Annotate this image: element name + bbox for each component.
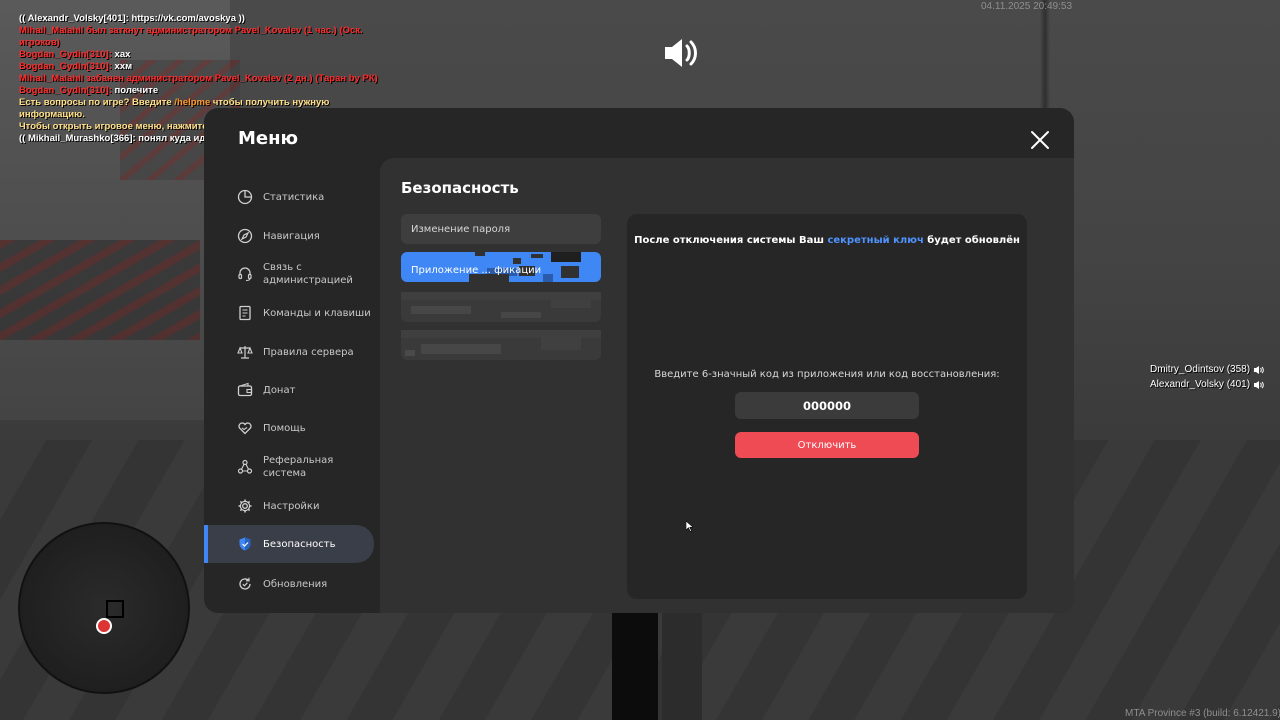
sidebar-item-label: Реферальная система bbox=[263, 455, 334, 479]
notice-text-start: После отключения системы Ваш bbox=[634, 235, 828, 246]
game-menu-window: Меню Статистика Навигация Связь с админист… bbox=[204, 108, 1074, 613]
sidebar-item-label: Безопасность bbox=[263, 538, 336, 550]
pie-chart-icon bbox=[237, 189, 253, 205]
sidebar-item-gear[interactable]: Настройки bbox=[204, 487, 374, 525]
chat-line: Mihail_Malahil был заткнут администратор… bbox=[19, 25, 394, 49]
sidebar-item-compass[interactable]: Навигация bbox=[204, 217, 374, 255]
chat-text: Чтобы открыть игровое меню, нажмите "M". bbox=[19, 121, 230, 132]
sidebar-item-document[interactable]: Команды и клавиши bbox=[204, 294, 374, 332]
voice-list-item: Alexandr_Volsky (401) bbox=[1150, 377, 1264, 392]
secret-key-link[interactable]: секретный ключ bbox=[827, 235, 923, 246]
sidebar-item-pie-chart[interactable]: Статистика bbox=[204, 178, 374, 216]
sidebar-item-label: Помощь bbox=[263, 422, 306, 434]
option-obscured-1[interactable] bbox=[401, 292, 601, 322]
chat-text: /helpme bbox=[174, 97, 211, 108]
sidebar-item-label: Навигация bbox=[263, 230, 320, 242]
disable-button[interactable]: Отключить bbox=[735, 432, 919, 458]
sidebar-item-label: Связь с администрацией bbox=[263, 262, 353, 286]
compass-icon bbox=[237, 228, 253, 244]
minimap bbox=[18, 522, 190, 694]
player-name: Dmitry_Odintsov (358) bbox=[1150, 364, 1251, 375]
option-change-password[interactable]: Изменение пароля bbox=[401, 214, 601, 244]
section-title: Безопасность bbox=[401, 179, 519, 197]
voice-list-item: Dmitry_Odintsov (358) bbox=[1150, 362, 1264, 377]
sidebar-item-label: Команды и клавиши bbox=[263, 307, 371, 319]
option-label: Изменение пароля bbox=[411, 223, 511, 235]
chat-text: ххм bbox=[114, 61, 133, 72]
sidebar-item-label: Статистика bbox=[263, 191, 325, 203]
shield-icon bbox=[239, 537, 251, 551]
chat-line: Mihail_Malahil забанен администратором P… bbox=[19, 73, 394, 85]
notice-text-end: будет обновлён bbox=[923, 235, 1020, 246]
option-label: Приложение ... фикации bbox=[411, 264, 542, 276]
chat-text: полечите bbox=[114, 85, 159, 96]
sidebar-item-refresh[interactable]: Обновления bbox=[204, 565, 374, 603]
datetime-label: 04.11.2025 20:49:53 bbox=[981, 1, 1073, 12]
disable-2fa-panel: После отключения системы Ваш секретный к… bbox=[627, 214, 1027, 599]
sidebar-item-scales[interactable]: Правила сервера bbox=[204, 333, 374, 371]
build-label: MTA Province #3 (build: 6.12421.9) bbox=[1125, 708, 1280, 719]
background-stairs bbox=[0, 240, 200, 340]
chat-line: Bogdan_Gydin[310]: хах bbox=[19, 49, 394, 61]
code-prompt: Введите 6-значный код из приложения или … bbox=[654, 369, 1000, 380]
chat-text: Mihail_Malahil забанен администратором P… bbox=[19, 73, 378, 84]
sidebar-item-headset[interactable]: Связь с администрацией bbox=[204, 255, 374, 293]
chat-text: Bogdan_Gydin[310]: bbox=[19, 85, 115, 96]
sidebar-item-network[interactable]: Реферальная система bbox=[204, 448, 374, 486]
sidebar-item-heart-hands[interactable]: Помощь bbox=[204, 409, 374, 447]
speaker-icon bbox=[1254, 365, 1264, 374]
chat-text: Bogdan_Gydin[310]: bbox=[19, 49, 115, 60]
scales-icon bbox=[237, 346, 253, 359]
notice-text: После отключения системы Ваш секретный к… bbox=[627, 235, 1027, 246]
chat-text: Mihail_Malahil был заткнут администратор… bbox=[19, 25, 363, 48]
code-input[interactable] bbox=[735, 392, 919, 419]
player-character bbox=[612, 612, 658, 720]
gear-icon bbox=[238, 499, 252, 513]
sidebar-item-label: Правила сервера bbox=[263, 346, 354, 358]
network-icon bbox=[237, 459, 253, 474]
voice-chat-list: Dmitry_Odintsov (358) Alexandr_Volsky (40… bbox=[1150, 362, 1264, 392]
menu-title: Меню bbox=[238, 128, 299, 149]
minimap-marker-square bbox=[106, 600, 124, 618]
player-character-coat bbox=[662, 612, 702, 720]
sidebar-item-label: Настройки bbox=[263, 500, 320, 512]
chat-line: (( Alexandr_Volsky[401]: https://vk.com/… bbox=[19, 13, 394, 25]
chat-line: Bogdan_Gydin[310]: ххм bbox=[19, 61, 394, 73]
wallet-icon bbox=[237, 382, 253, 397]
minimap-player-blip bbox=[96, 618, 112, 634]
option-authenticator-app[interactable]: Приложение ... фикации bbox=[401, 252, 601, 282]
sidebar-item-label: Донат bbox=[263, 384, 296, 396]
chat-text: (( Alexandr_Volsky[401]: https://vk.com/… bbox=[19, 13, 245, 24]
close-icon[interactable] bbox=[1028, 128, 1052, 152]
heart-hands-icon bbox=[238, 422, 252, 435]
sidebar-item-shield[interactable]: Безопасность bbox=[204, 525, 374, 563]
chat-text: Есть вопросы по игре? Введите bbox=[19, 97, 175, 108]
speaker-icon bbox=[1254, 380, 1264, 389]
option-obscured-2[interactable] bbox=[401, 330, 601, 360]
mouse-cursor-icon bbox=[686, 521, 693, 532]
sidebar-item-wallet[interactable]: Донат bbox=[204, 371, 374, 409]
headset-icon bbox=[238, 267, 252, 282]
chat-text: Bogdan_Gydin[310]: bbox=[19, 61, 115, 72]
speaker-icon bbox=[665, 39, 697, 67]
security-section: Безопасность Изменение пароля Приложение… bbox=[380, 158, 1074, 613]
chat-line: Bogdan_Gydin[310]: полечите bbox=[19, 85, 394, 97]
chat-text: хах bbox=[114, 49, 131, 60]
refresh-icon bbox=[239, 577, 251, 590]
player-name: Alexandr_Volsky (401) bbox=[1150, 379, 1251, 390]
chat-text: (( Mikhail_Murashko[366]: понял куда иду… bbox=[19, 133, 229, 144]
sidebar-item-label: Обновления bbox=[263, 578, 328, 590]
document-icon bbox=[239, 305, 251, 321]
